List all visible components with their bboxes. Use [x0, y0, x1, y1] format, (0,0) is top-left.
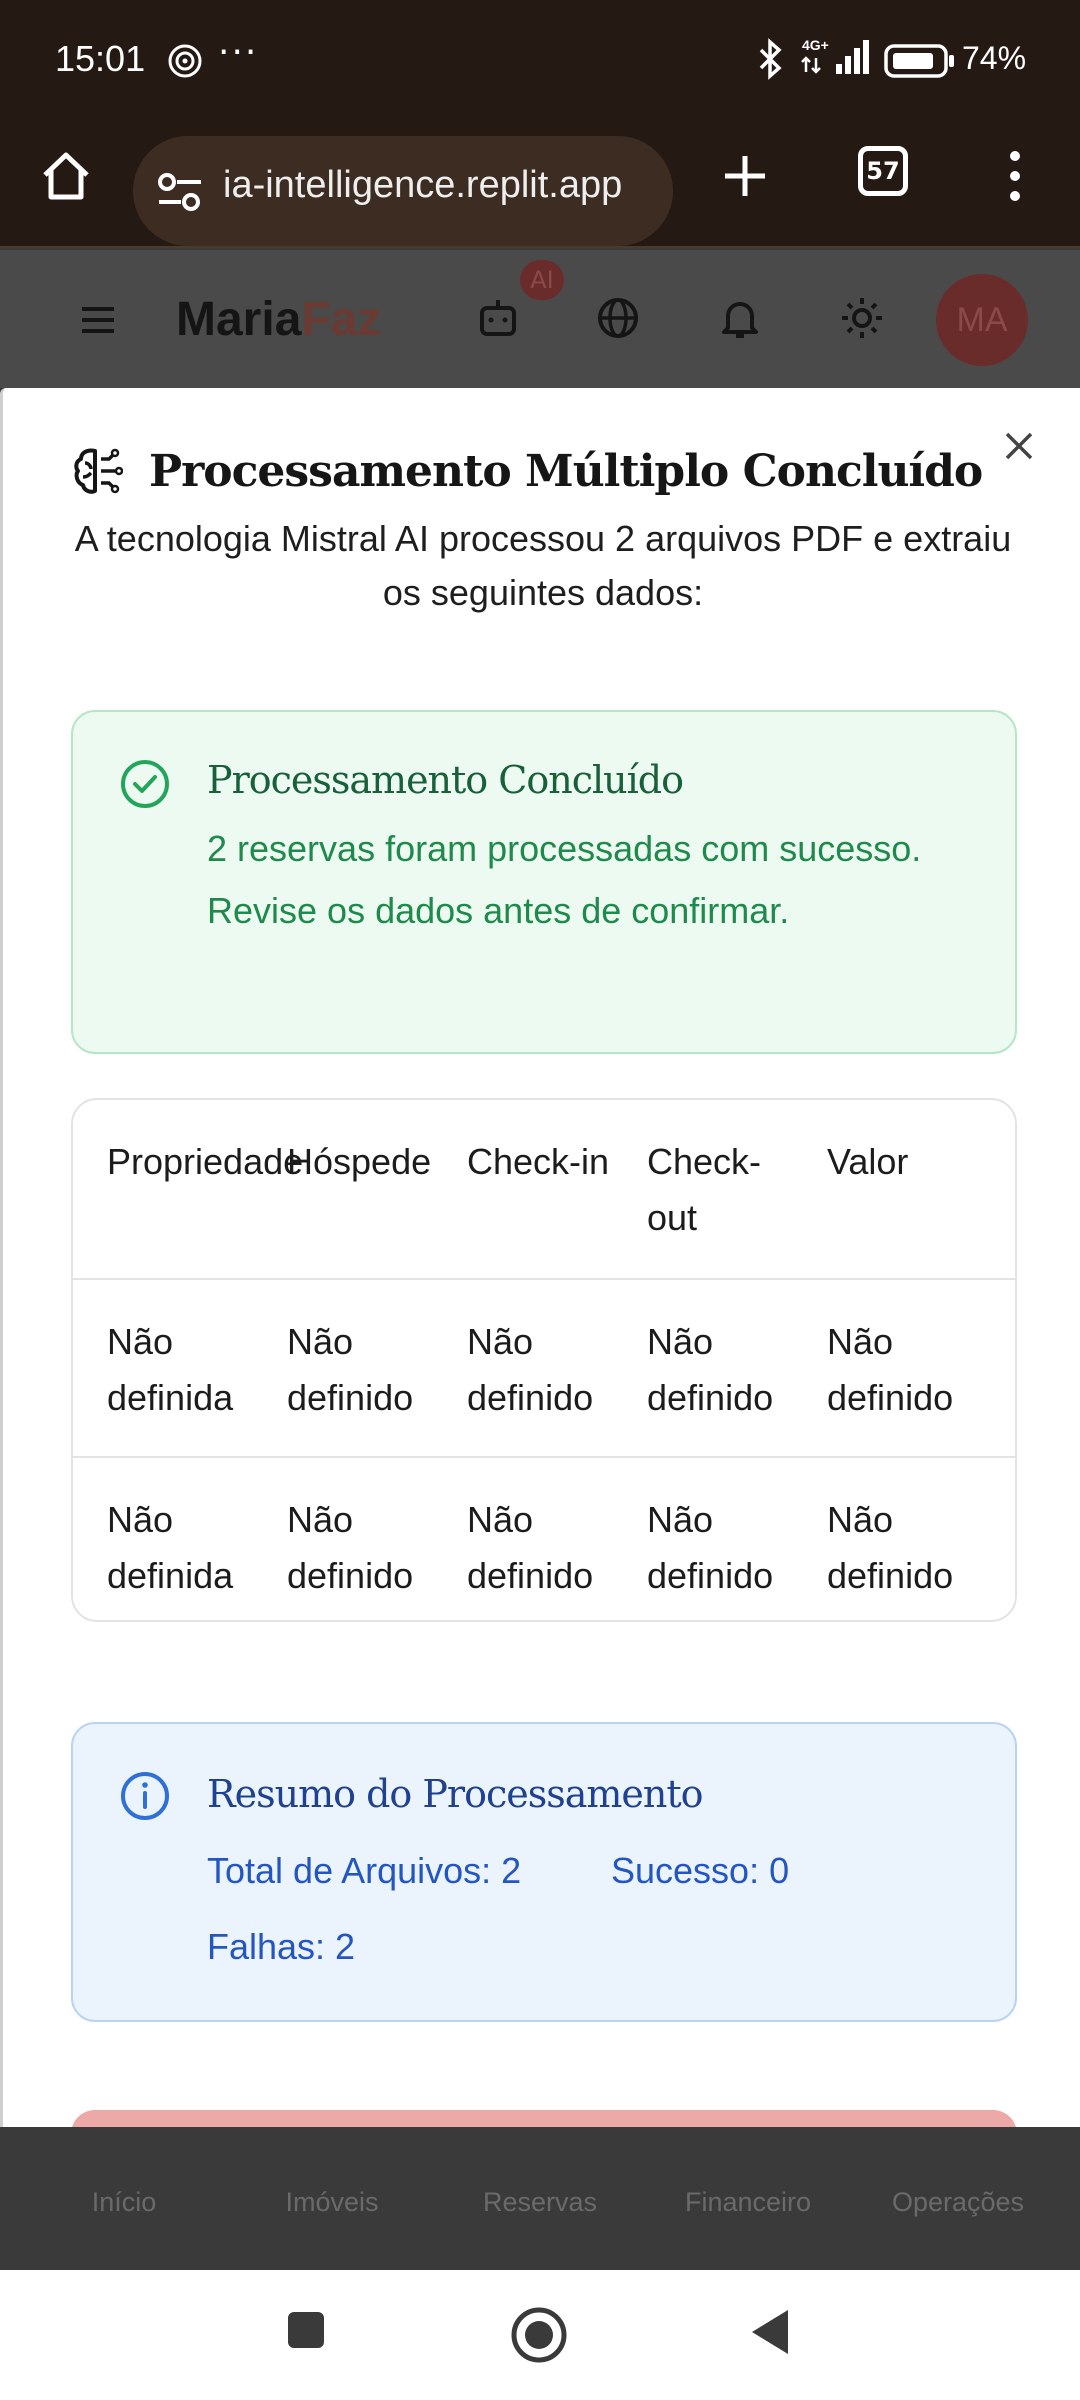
status-bar: 15:01 ··· 4G+ 74% — [0, 0, 1080, 122]
nav-item-imoveis[interactable]: Imóveis — [272, 2187, 392, 2218]
new-tab-button[interactable] — [715, 144, 775, 208]
error-alert — [71, 2110, 1017, 2127]
clock: 15:01 — [55, 38, 146, 79]
battery-percent: 74% — [962, 40, 1027, 76]
info-icon — [121, 1772, 169, 1820]
brain-icon — [74, 448, 123, 494]
tab-switcher-button[interactable]: 57 — [858, 146, 908, 196]
table-row: Não definida Não definido Não definido N… — [73, 1278, 1015, 1456]
check-circle-icon — [121, 760, 169, 808]
back-button[interactable] — [750, 2308, 790, 2360]
table-cell: Não definido — [827, 1321, 954, 1418]
hamburger-menu-icon[interactable] — [80, 306, 116, 338]
table-cell: Não definido — [467, 1499, 594, 1596]
success-alert: Processamento Concluído 2 reservas foram… — [71, 710, 1017, 1054]
table-header-row: Propriedade Hóspede Check-in Check-out V… — [73, 1100, 1015, 1278]
bluetooth-icon — [757, 38, 785, 84]
dialog-header: Processamento Múltiplo Concluído — [71, 436, 983, 506]
logo-accent: Faz — [301, 293, 382, 346]
table-cell: Não definido — [647, 1499, 774, 1596]
bell-icon[interactable] — [718, 296, 762, 344]
column-header: Valor — [827, 1141, 909, 1182]
square-icon — [288, 2312, 324, 2348]
table-cell: Não definida — [107, 1499, 234, 1596]
home-system-button[interactable] — [510, 2306, 568, 2368]
table-cell: Não definido — [467, 1321, 594, 1418]
processing-summary: Resumo do Processamento Total de Arquivo… — [71, 1722, 1017, 2022]
close-button[interactable] — [997, 424, 1041, 468]
circle-home-icon — [511, 2307, 567, 2363]
more-notifications-icon: ··· — [218, 32, 259, 73]
sun-icon[interactable] — [840, 296, 884, 344]
table-row: Não definida Não definido Não definido N… — [73, 1456, 1015, 1620]
app-header: MariaFaz AI MA — [0, 250, 1080, 388]
vpn-icon — [166, 42, 204, 84]
column-header: Check-in — [467, 1141, 610, 1182]
nav-item-operacoes[interactable]: Operações — [878, 2187, 1038, 2218]
success-message: 2 reservas foram processadas com sucesso… — [207, 828, 922, 931]
bot-icon[interactable] — [476, 296, 520, 344]
nav-item-financeiro[interactable]: Financeiro — [670, 2187, 826, 2218]
url-text: ia-intelligence.replit.app — [223, 164, 623, 206]
browser-toolbar: ia-intelligence.replit.app 57 — [0, 122, 1080, 248]
site-settings-icon[interactable] — [157, 172, 203, 216]
system-navigation-bar — [0, 2270, 1080, 2400]
reservations-table: Propriedade Hóspede Check-in Check-out V… — [71, 1098, 1017, 1622]
nav-item-reservas[interactable]: Reservas — [470, 2187, 610, 2218]
home-icon — [43, 152, 89, 200]
home-button[interactable] — [34, 144, 98, 208]
summary-success: Sucesso: 0 — [611, 1850, 790, 1891]
table-cell: Não definida — [107, 1321, 234, 1418]
success-title: Processamento Concluído — [207, 758, 684, 802]
back-triangle-icon — [752, 2310, 788, 2354]
summary-failures: Falhas: 2 — [207, 1926, 356, 1967]
dialog-title: Processamento Múltiplo Concluído — [149, 445, 983, 497]
plus-icon — [725, 156, 765, 196]
svg-text:4G+: 4G+ — [802, 37, 829, 53]
dialog-description: A tecnologia Mistral AI processou 2 arqu… — [74, 518, 1012, 613]
browser-menu-button[interactable] — [1000, 144, 1030, 208]
battery-icon — [884, 44, 956, 82]
nav-item-inicio[interactable]: Início — [64, 2187, 184, 2218]
address-bar[interactable]: ia-intelligence.replit.app — [133, 136, 673, 246]
app-logo[interactable]: MariaFaz — [176, 292, 381, 347]
column-header: Hóspede — [287, 1141, 432, 1182]
table-cell: Não definido — [827, 1499, 954, 1596]
column-header: Check-out — [647, 1141, 762, 1238]
table-cell: Não definido — [287, 1499, 414, 1596]
table-cell: Não definido — [287, 1321, 414, 1418]
avatar[interactable]: MA — [936, 274, 1028, 366]
processing-result-dialog: Processamento Múltiplo Concluído A tecno… — [0, 388, 1080, 2127]
close-icon — [1005, 432, 1033, 460]
ai-badge: AI — [520, 260, 564, 300]
summary-total-files: Total de Arquivos: 2 — [207, 1850, 522, 1891]
globe-icon[interactable] — [596, 296, 640, 344]
column-header: Propriedade — [107, 1141, 304, 1182]
more-vert-icon — [1010, 151, 1020, 201]
table-cell: Não definido — [647, 1321, 774, 1418]
recents-button[interactable] — [286, 2310, 326, 2354]
summary-title: Resumo do Processamento — [207, 1772, 704, 1816]
signal-icon: 4G+ — [800, 36, 874, 80]
logo-main: Maria — [176, 293, 302, 346]
bottom-navigation: Início Imóveis Reservas Financeiro Opera… — [0, 2127, 1080, 2270]
